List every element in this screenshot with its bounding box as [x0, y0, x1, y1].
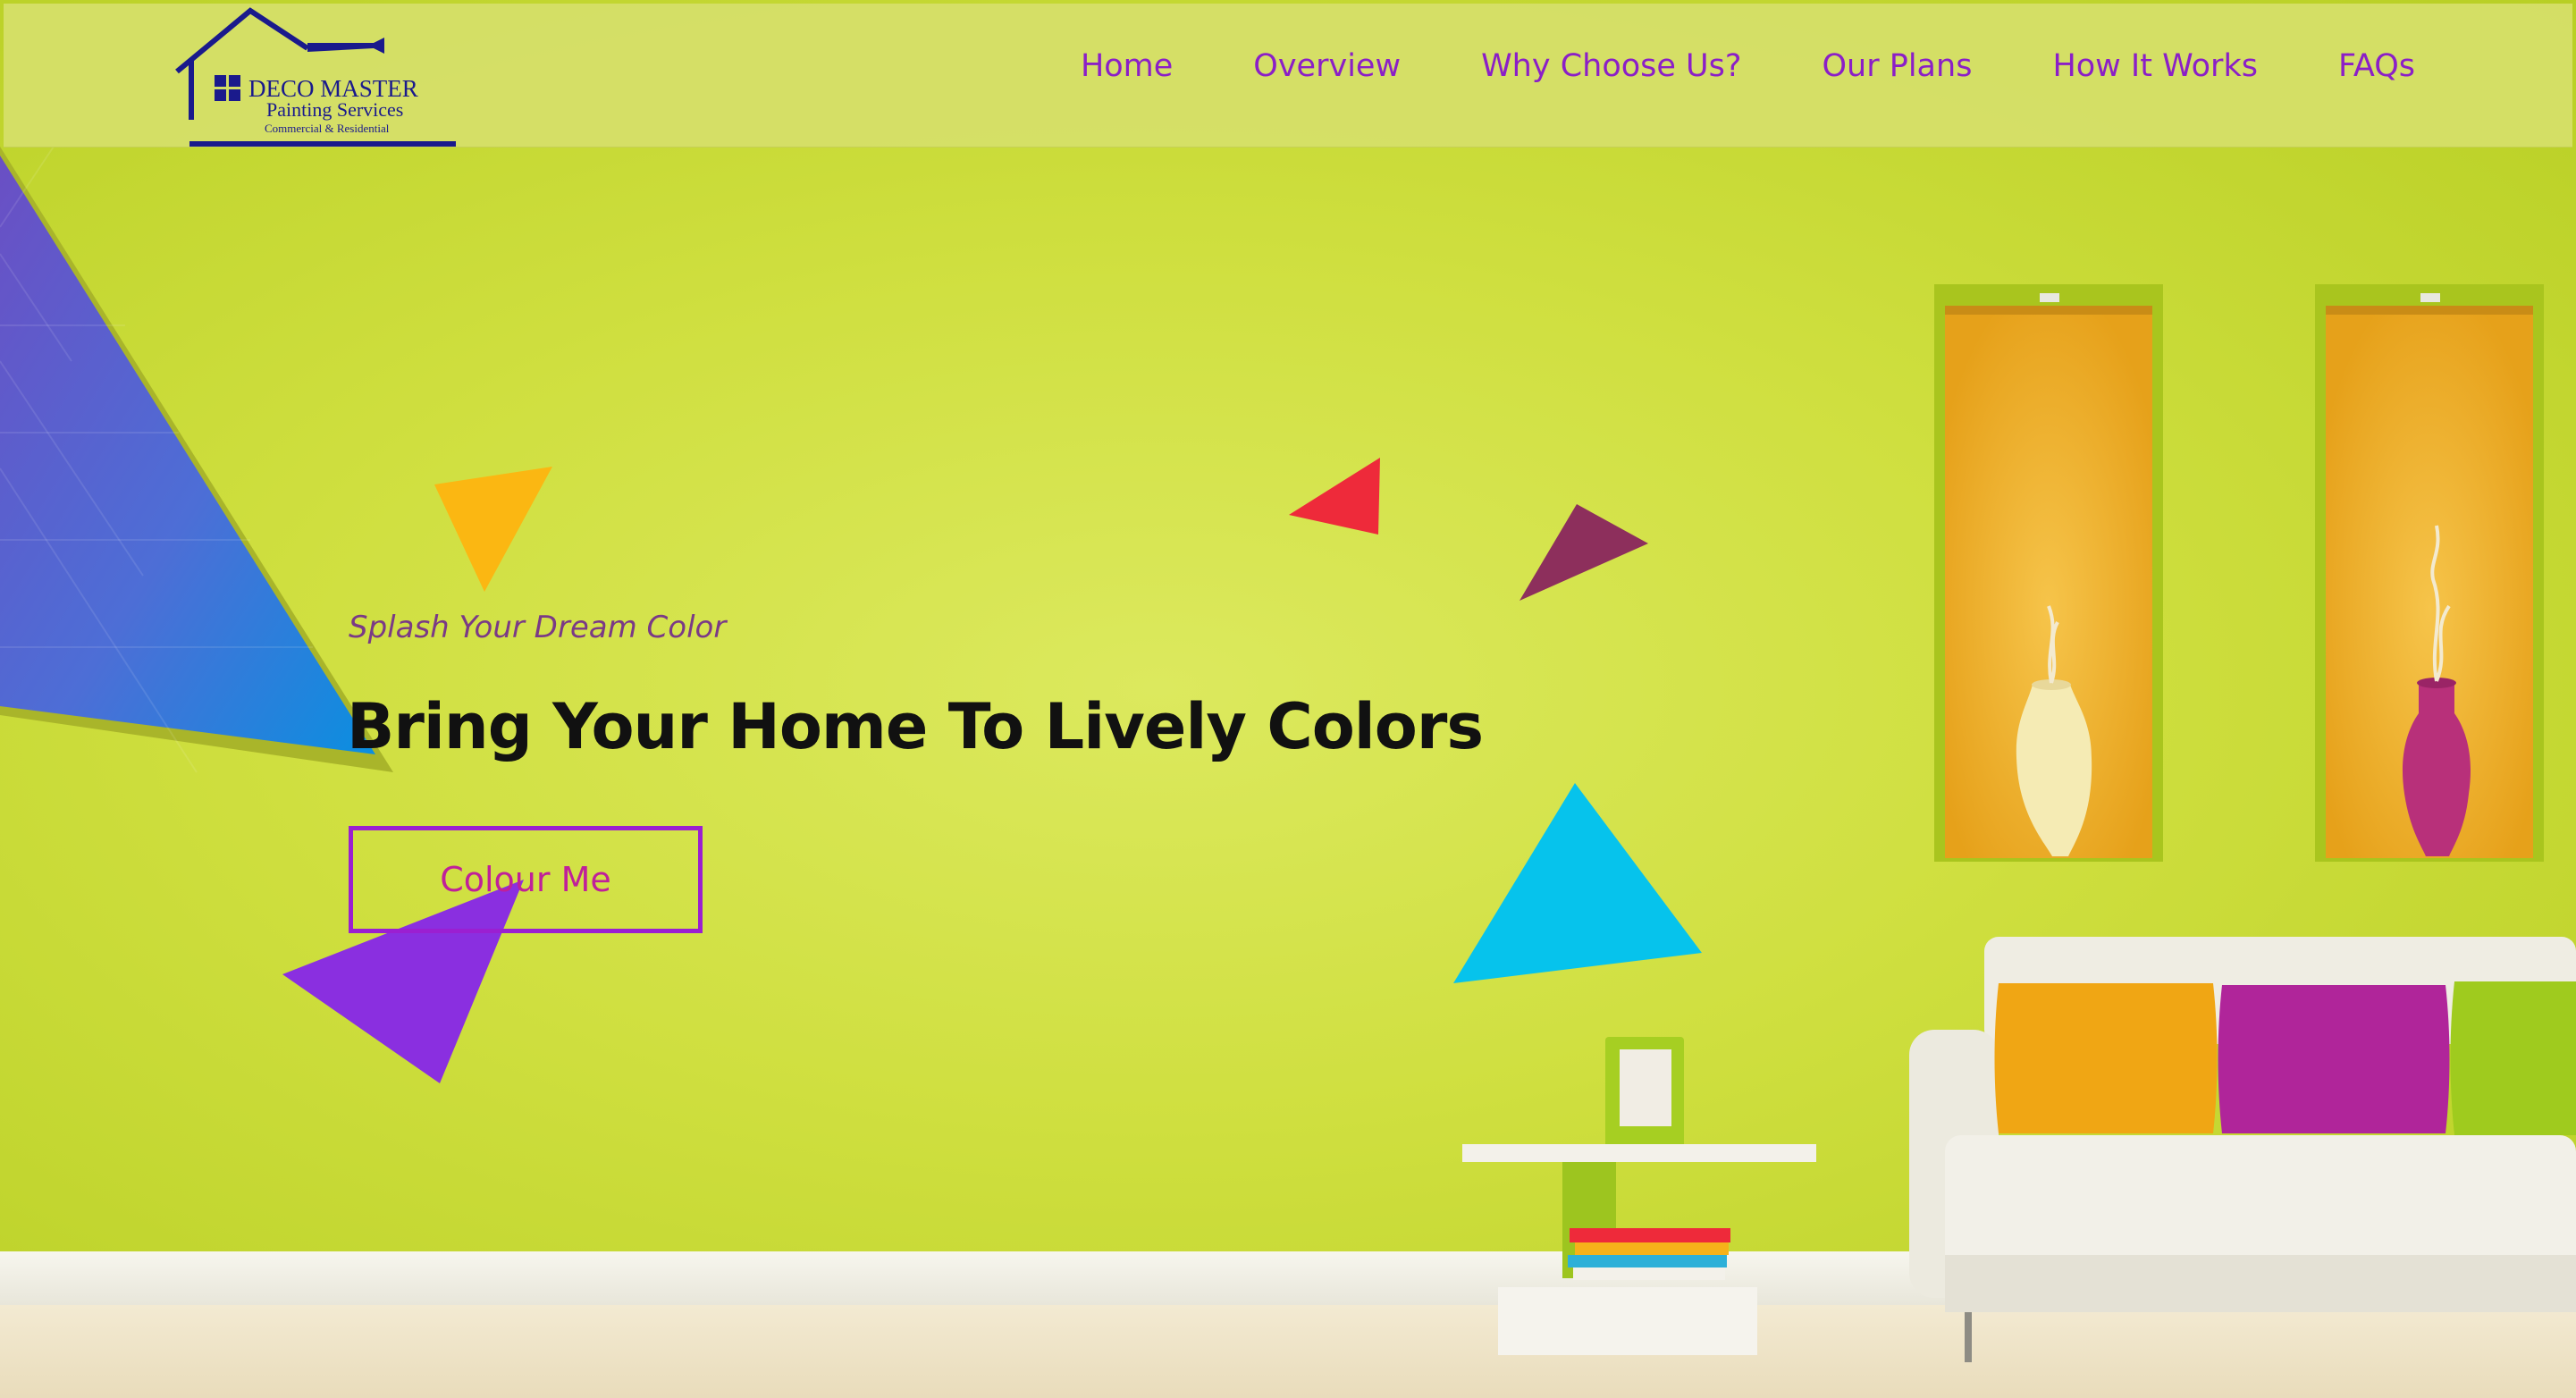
main-nav: Home Overview Why Choose Us? Our Plans H… [1081, 48, 2415, 84]
nav-home-link[interactable]: Home [1081, 48, 1173, 84]
hero-tagline: Splash Your Dream Color [349, 610, 727, 645]
maroon-triangle-decoration [1520, 504, 1648, 601]
brand-subtitle: Painting Services [266, 98, 403, 121]
wall-niche-left [1934, 284, 2163, 862]
sofa-decoration [1909, 937, 2576, 1362]
page: DECO MASTER Painting Services Commercial… [0, 0, 2576, 1398]
site-header: DECO MASTER Painting Services Commercial… [4, 4, 2572, 147]
wall-niche-right [2315, 284, 2544, 862]
red-triangle-decoration [1289, 458, 1380, 535]
side-table-decoration [1462, 1037, 1816, 1355]
nav-faqs-link[interactable]: FAQs [2338, 48, 2415, 84]
nav-how-it-works-link[interactable]: How It Works [2052, 48, 2258, 84]
nav-why-choose-us-link[interactable]: Why Choose Us? [1481, 48, 1741, 84]
colour-me-button[interactable]: Colour Me [349, 826, 703, 933]
yellow-triangle-decoration [434, 467, 552, 592]
nav-our-plans-link[interactable]: Our Plans [1822, 48, 1972, 84]
deco-master-logo[interactable]: DECO MASTER Painting Services Commercial… [173, 7, 459, 150]
nav-overview-link[interactable]: Overview [1253, 48, 1401, 84]
hero-headline: Bring Your Home To Lively Colors [347, 690, 1484, 763]
cyan-triangle-decoration [1453, 783, 1702, 983]
brand-tagline: Commercial & Residential [265, 122, 390, 135]
